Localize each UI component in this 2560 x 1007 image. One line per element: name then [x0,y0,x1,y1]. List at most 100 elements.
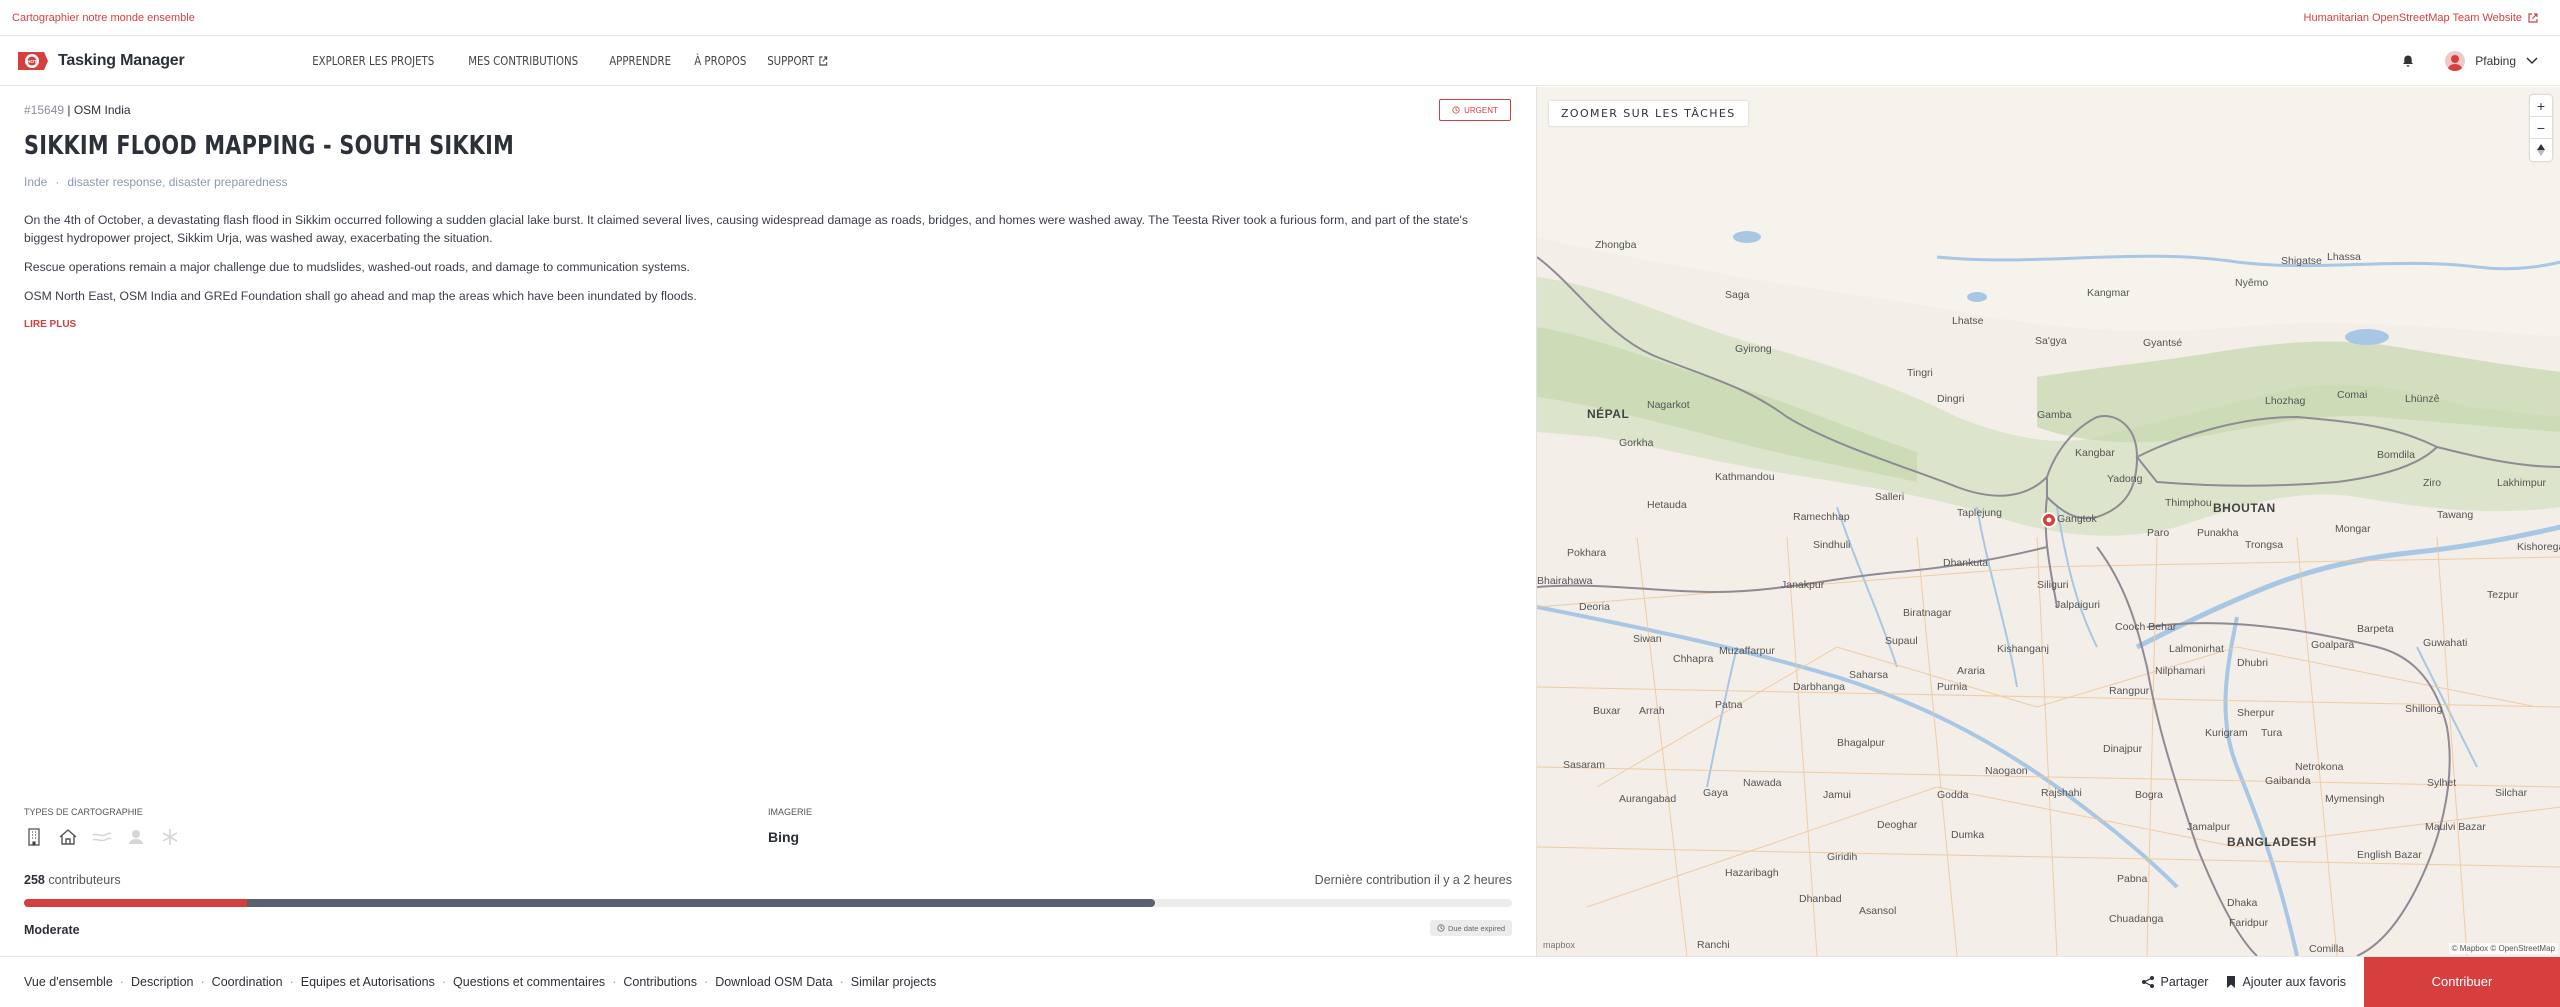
contributors-count: 258 [24,873,45,887]
user-menu[interactable]: Pfabing [2445,50,2538,71]
map-attribution[interactable]: © Mapbox © OpenStreetMap [2448,943,2558,954]
zoom-to-tasks-button[interactable]: ZOOMER SUR LES TÂCHES [1549,101,1748,126]
map-label: Bhairahawa [1537,575,1593,587]
map-label: Gaya [1703,787,1729,799]
zoom-in-icon[interactable]: + [2530,95,2552,117]
building-icon [28,828,40,846]
map-label: Pokhara [1567,547,1607,559]
nav-my-contributions[interactable]: MES CONTRIBUTIONS [458,54,588,68]
map-label: Punakha [2197,527,2239,539]
country-label: NÉPAL [1587,407,1630,421]
section-links: Vue d'ensemble · Description · Coordinat… [24,975,936,989]
map-label: Muzaffarpur [1719,645,1775,657]
compass-icon[interactable] [2530,139,2552,161]
nav-support[interactable]: SUPPORT [757,54,838,68]
link-download-osm[interactable]: Download OSM Data [715,975,832,989]
project-progress-bar[interactable] [24,899,1512,907]
tagline: Cartographier notre monde ensemble [12,11,195,24]
tag-separator: · [55,175,60,189]
link-overview[interactable]: Vue d'ensemble [24,975,113,989]
link-similar-projects[interactable]: Similar projects [851,975,936,989]
link-separator: · [704,974,709,989]
map-label: Gyirong [1735,343,1772,355]
mapping-types-label: TYPES DE CARTOGRAPHIE [24,807,143,817]
map-label: Biratnagar [1903,607,1952,619]
project-org[interactable]: OSM India [74,103,131,117]
map-label: Kangbar [2075,447,2115,459]
map-label: Lhünzê [2405,393,2440,405]
link-description[interactable]: Description [131,975,194,989]
top-bar: Cartographier notre monde ensemble Human… [0,0,2560,36]
map-label: Comilla [2309,943,2345,955]
clock-icon [1452,106,1460,114]
project-id[interactable]: #15649 [24,103,64,117]
project-campaign-tags[interactable]: disaster response, disaster preparedness [67,175,287,189]
difficulty-level: Moderate [24,923,80,937]
project-map[interactable]: Tingri Zhongba Saga Lhatse Sa'gya Gyiron… [1536,87,2560,956]
add-favorite-button[interactable]: Ajouter aux favoris [2226,975,2346,989]
map-label: Darbhanga [1793,681,1845,693]
map-label: Lhozhag [2265,395,2306,407]
link-coordination[interactable]: Coordination [212,975,283,989]
bell-icon[interactable] [2401,54,2415,68]
link-teams[interactable]: Equipes et Autorisations [301,975,435,989]
link-separator: · [839,974,844,989]
map-label: Lakhimpur [2497,477,2547,489]
map-label: Gangtok [2057,513,2097,525]
map-label: Saga [1725,289,1750,301]
hot-logo-icon: HOT [18,51,48,70]
app-logo[interactable]: HOT Tasking Manager [12,48,302,74]
project-id-line: #15649 | OSM India [24,103,131,117]
map-label: Ranchi [1697,939,1730,951]
footer-actions: Partager Ajouter aux favoris Contribuer [2141,956,2560,1007]
map-label: Jamalpur [2187,821,2231,833]
map-label: Bogra [2135,789,2164,801]
map-label: Naogaon [1985,765,2028,777]
link-contributions[interactable]: Contributions [623,975,697,989]
map-label: Ziro [2423,477,2442,489]
mapping-types: TYPES DE CARTOGRAPHIE [24,807,180,847]
map-label: Dhanbad [1799,893,1842,905]
external-link-icon [2528,12,2538,23]
project-country[interactable]: Inde [24,175,47,189]
description-paragraph: On the 4th of October, a devastating fla… [24,213,1468,245]
map-label: Giridih [1827,851,1858,863]
project-footer-bar: Vue d'ensemble · Description · Coordinat… [0,956,2560,1007]
map-label: Sasaram [1563,759,1606,771]
contributors-summary: 258 contributeurs [24,873,121,887]
contribute-button[interactable]: Contribuer [2364,956,2560,1007]
main-navbar: HOT Tasking Manager EXPLORER LES PROJETS… [0,36,2560,86]
read-more-button[interactable]: LIRE PLUS [24,319,76,330]
hot-website-label: Humanitarian OpenStreetMap Team Website [2303,11,2522,24]
map-label: Barpeta [2357,623,2394,635]
map-label: Dingri [1937,393,1965,405]
hot-website-link[interactable]: Humanitarian OpenStreetMap Team Website [2304,12,2538,24]
map-label: Arrah [1639,705,1665,717]
map-terrain [1537,87,2560,956]
share-button[interactable]: Partager [2141,975,2208,989]
nav-about[interactable]: À PROPOS [684,54,757,68]
link-questions[interactable]: Questions et commentaires [453,975,605,989]
map-label: Nagarkot [1647,399,1690,411]
country-label: BANGLADESH [2227,835,2317,849]
map-label: Nawada [1743,777,1782,789]
map-label: Lalmonirhat [2169,643,2224,655]
username: Pfabing [2475,53,2516,68]
map-label: Kishoreganj [2517,541,2560,553]
avatar [2445,50,2466,71]
nav-support-label: SUPPORT [767,53,815,68]
description-paragraph: Rescue operations remain a major challen… [24,260,690,274]
mapbox-logo[interactable]: mapbox [1543,940,1575,950]
last-contribution: Dernière contribution il y a 2 heures [1314,873,1512,887]
map-label: Mongar [2335,523,2371,535]
nav-explore-projects[interactable]: EXPLORER LES PROJETS [302,54,444,68]
nav-learn[interactable]: APPRENDRE [599,54,681,68]
contributors-label: contributeurs [48,873,121,887]
country-label: BHOUTAN [2213,501,2276,515]
map-label: Siliguri [2037,579,2069,591]
map-label: Sylhet [2427,777,2457,789]
zoom-out-icon[interactable]: − [2530,117,2552,139]
map-label: Deoria [1579,601,1610,613]
map-label: Dumka [1951,829,1985,841]
map-label: English Bazar [2357,849,2422,861]
